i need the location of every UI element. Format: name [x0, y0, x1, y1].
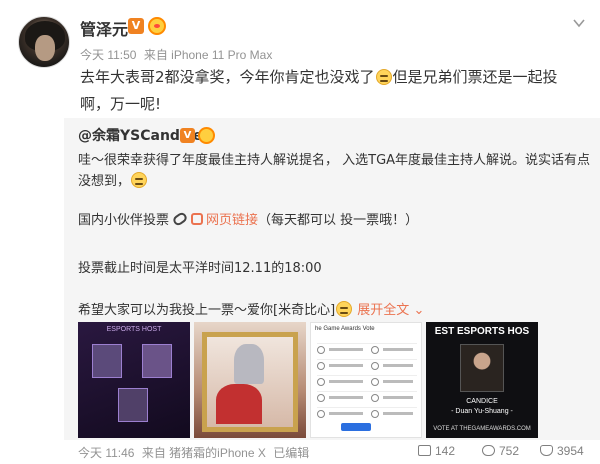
person-shape: [216, 384, 262, 424]
repost-source: 来自 猪猪霜的iPhone X: [141, 446, 266, 460]
candice-photo: [460, 344, 504, 392]
like-button[interactable]: 3954: [540, 444, 584, 458]
image-4-url: VOTE AT THEGAMEAWARDS.COM: [433, 426, 531, 432]
repost-image-2[interactable]: [194, 322, 306, 438]
ballot-row: [317, 343, 417, 355]
share-button[interactable]: 142: [418, 444, 455, 458]
vote-deadline: 投票截止时间是太平洋时间12.11的18:00: [78, 261, 322, 276]
comment-icon: [482, 445, 495, 456]
avatar[interactable]: [18, 16, 70, 68]
ballot-row: [317, 391, 417, 403]
share-icon: [418, 445, 431, 456]
image-4-name: CANDICE: [466, 398, 498, 405]
nominee-photo: [92, 344, 122, 378]
username[interactable]: 管泽元: [80, 16, 128, 40]
repost-time[interactable]: 今天 11:46: [78, 446, 134, 460]
chevron-down-icon[interactable]: [572, 16, 586, 30]
image-1-title: ESPORTS HOST: [106, 326, 162, 333]
repost-edited: 已编辑: [273, 446, 310, 460]
post-meta: 今天 11:50 来自 iPhone 11 Pro Max: [80, 46, 276, 63]
verified-icon: V: [128, 18, 144, 34]
expand-full-text-button[interactable]: 展开全文 ⌄: [357, 303, 424, 318]
repost-hope-line: 希望大家可以为我投上一票～爱你[米奇比心] 展开全文 ⌄: [78, 300, 594, 321]
repost-image-4[interactable]: EST ESPORTS HOS CANDICE - Duan Yu-Shuang…: [426, 322, 538, 438]
fan-badge-icon: [148, 17, 166, 35]
repost-image-3[interactable]: he Game Awards Vote: [310, 322, 422, 438]
avatar-face: [35, 35, 55, 61]
emoji-icon: [336, 301, 353, 317]
image-4-subname: - Duan Yu-Shuang -: [451, 408, 513, 415]
emoji-icon: [375, 69, 392, 85]
vote-note: （每天都可以 投一票哦！）: [258, 213, 419, 228]
ballot-row: [317, 359, 417, 371]
vote-label: 国内小伙伴投票: [78, 213, 170, 228]
like-icon: [540, 445, 553, 456]
repost-verified-icon: V: [180, 128, 195, 143]
hope-text: 希望大家可以为我投上一票～爱你[米奇比心]: [78, 303, 336, 318]
weibo-post: 管泽元 V 今天 11:50 来自 iPhone 11 Pro Max 去年大表…: [0, 0, 600, 464]
repost-body-text: 哇～很荣幸获得了年度最佳主持人解说提名， 入选TGA年度最佳主持人解说。说实话有…: [78, 153, 591, 189]
repost-username[interactable]: @余霜YSCandice: [78, 126, 594, 147]
post-time[interactable]: 今天 11:50: [80, 48, 136, 62]
web-link-text[interactable]: 网页链接: [206, 213, 258, 228]
expand-label[interactable]: 展开全文: [357, 303, 409, 318]
nominee-photo: [118, 388, 148, 422]
ballot-row: [317, 407, 417, 419]
repost-vote-line: 国内小伙伴投票 网页链接（每天都可以 投一票哦！）: [78, 210, 594, 231]
web-link[interactable]: 网页链接: [191, 213, 258, 228]
comment-button[interactable]: 752: [482, 444, 519, 458]
image-4-title: EST ESPORTS HOS: [434, 326, 530, 337]
emoji-icon: [131, 172, 148, 188]
repost-image-1[interactable]: ESPORTS HOST: [78, 322, 190, 438]
image-3-title: he Game Awards Vote: [315, 326, 375, 332]
link-icon: [191, 213, 204, 225]
repost-fan-badge-icon: [198, 127, 215, 144]
post-source: 来自 iPhone 11 Pro Max: [143, 48, 273, 62]
comment-count: 752: [499, 444, 520, 458]
like-count: 3954: [557, 444, 584, 458]
ballot-row: [317, 375, 417, 387]
repost-body: 哇～很荣幸获得了年度最佳主持人解说提名， 入选TGA年度最佳主持人解说。说实话有…: [78, 150, 594, 192]
share-count: 142: [435, 444, 456, 458]
ballot-submit: [341, 423, 371, 431]
repost-footer-meta: 今天 11:46 来自 猪猪霜的iPhone X 已编辑: [78, 444, 313, 461]
post-text: 去年大表哥2都没拿奖，今年你肯定也没戏了 但是兄弟们票还是一起投啊，万一呢!: [80, 64, 580, 118]
attachment-icon: [171, 210, 189, 228]
nominee-photo: [142, 344, 172, 378]
post-text-part1: 去年大表哥2都没拿奖，今年你肯定也没戏了: [80, 68, 375, 86]
trophy-shape: [234, 344, 264, 384]
